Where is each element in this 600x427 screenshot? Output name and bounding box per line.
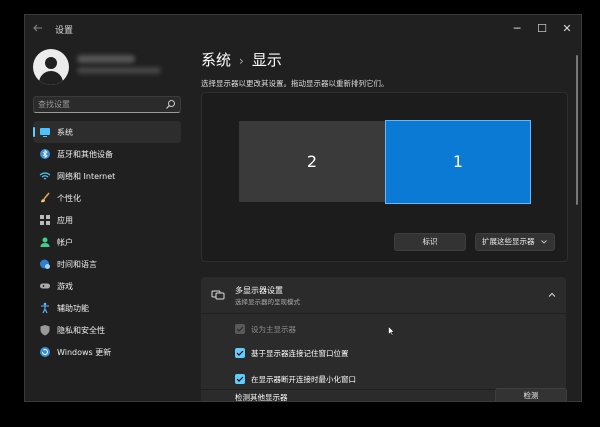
minimize-button[interactable]: ─ — [505, 19, 529, 39]
sidebar-item-label: 辅助功能 — [57, 304, 89, 313]
minimize-on-disconnect-checkbox[interactable] — [235, 374, 245, 384]
update-icon — [40, 347, 50, 357]
sidebar-item-windows-update[interactable]: Windows 更新 — [33, 341, 181, 363]
bluetooth-icon — [40, 149, 50, 159]
brush-icon — [41, 192, 50, 203]
search-input[interactable] — [38, 97, 156, 112]
display-mode-value: 扩展这些显示器 — [482, 237, 535, 246]
monitor-1-selected[interactable]: 1 — [385, 120, 531, 204]
primary-display-checkbox — [235, 324, 245, 334]
close-button[interactable]: ✕ — [555, 19, 579, 39]
sidebar-item-time-language[interactable]: 时间和语言 — [33, 253, 181, 275]
sidebar-item-label: Windows 更新 — [57, 348, 112, 357]
multi-display-header[interactable]: 多显示器设置 选择显示器的呈现模式 — [201, 277, 566, 314]
sidebar-item-network[interactable]: 网络和 Internet — [33, 165, 181, 187]
sidebar-item-accessibility[interactable]: 辅助功能 — [33, 297, 181, 319]
scrollbar-thumb[interactable] — [576, 55, 578, 205]
main-content: 系统 › 显示 选择显示器以更改其设置。拖动显示器以重新排列它们。 2 1 标识 扩… — [201, 45, 571, 401]
wifi-icon — [39, 172, 51, 180]
person-icon — [40, 237, 50, 247]
avatar-body-icon — [39, 71, 63, 85]
sidebar-item-apps[interactable]: 应用 — [33, 209, 181, 231]
breadcrumb: 系统 › 显示 — [201, 49, 282, 70]
sidebar-item-label: 隐私和安全性 — [57, 326, 105, 335]
option-label: 在显示器断开连接时最小化窗口 — [251, 375, 356, 384]
sidebar-item-label: 游戏 — [57, 282, 73, 291]
window-title: 设置 — [55, 26, 74, 36]
settings-window: 设置 ─ ☐ ✕ 系统 蓝牙和其他设备 网 — [24, 14, 582, 402]
active-indicator — [33, 127, 35, 137]
back-arrow-icon[interactable] — [33, 22, 47, 36]
apps-icon — [40, 215, 50, 225]
sidebar-item-gaming[interactable]: 游戏 — [33, 275, 181, 297]
avatar-head-icon — [45, 57, 57, 69]
remember-position-checkbox[interactable] — [235, 348, 245, 358]
accessibility-icon — [41, 302, 49, 314]
monitor-icon — [40, 128, 50, 137]
breadcrumb-parent[interactable]: 系统 — [201, 51, 231, 69]
sidebar-item-system[interactable]: 系统 — [33, 121, 181, 143]
sidebar-item-label: 应用 — [57, 216, 73, 225]
sidebar-item-label: 系统 — [57, 128, 73, 137]
sidebar-item-accounts[interactable]: 帐户 — [33, 231, 181, 253]
gamepad-icon — [40, 283, 50, 289]
chevron-up-icon[interactable] — [548, 291, 556, 299]
sidebar-item-label: 时间和语言 — [57, 260, 97, 269]
user-name-blurred — [77, 55, 135, 63]
sidebar-item-personalization[interactable]: 个性化 — [33, 187, 181, 209]
sidebar-item-bluetooth[interactable]: 蓝牙和其他设备 — [33, 143, 181, 165]
chevron-down-icon — [541, 240, 547, 244]
multi-monitor-icon — [211, 290, 225, 300]
multi-display-title: 多显示器设置 — [235, 286, 283, 295]
page-title: 显示 — [251, 51, 282, 69]
search-box — [33, 96, 181, 113]
monitor-2[interactable]: 2 — [239, 121, 385, 202]
search-icon[interactable] — [165, 99, 176, 110]
sidebar-item-label: 蓝牙和其他设备 — [57, 150, 113, 159]
sidebar: 系统 蓝牙和其他设备 网络和 Internet 个性化 应用 帐户 — [25, 45, 189, 401]
sidebar-item-privacy[interactable]: 隐私和安全性 — [33, 319, 181, 341]
detect-label: 检测其他显示器 — [235, 393, 288, 402]
sidebar-item-label: 帐户 — [57, 238, 73, 247]
maximize-button[interactable]: ☐ — [530, 19, 554, 39]
detect-button[interactable]: 检测 — [495, 388, 567, 401]
mouse-cursor-icon — [388, 326, 395, 336]
display-description: 选择显示器以更改其设置。拖动显示器以重新排列它们。 — [201, 79, 389, 88]
breadcrumb-separator: › — [239, 54, 244, 68]
avatar[interactable] — [33, 49, 69, 85]
globe-clock-icon — [40, 259, 50, 269]
title-bar: 设置 ─ ☐ ✕ — [25, 15, 581, 45]
identify-button[interactable]: 标识 — [394, 233, 466, 251]
multi-display-subtitle: 选择显示器的呈现模式 — [235, 298, 300, 306]
display-mode-dropdown[interactable]: 扩展这些显示器 — [475, 233, 555, 251]
user-email-blurred — [77, 67, 161, 74]
option-label: 基于显示器连接记住窗口位置 — [251, 349, 349, 358]
option-label: 设为主显示器 — [251, 325, 296, 334]
shield-icon — [40, 325, 50, 336]
monitor-arrangement-canvas: 2 1 标识 扩展这些显示器 — [201, 92, 568, 262]
sidebar-item-label: 个性化 — [57, 194, 81, 203]
multi-display-section: 多显示器设置 选择显示器的呈现模式 设为主显示器 基于显示器连接记住窗口位置 在… — [201, 277, 566, 401]
sidebar-item-label: 网络和 Internet — [57, 172, 116, 181]
detect-row: 检测其他显示器 检测 — [201, 388, 567, 402]
sidebar-nav: 系统 蓝牙和其他设备 网络和 Internet 个性化 应用 帐户 时间和语言 … — [33, 121, 181, 363]
